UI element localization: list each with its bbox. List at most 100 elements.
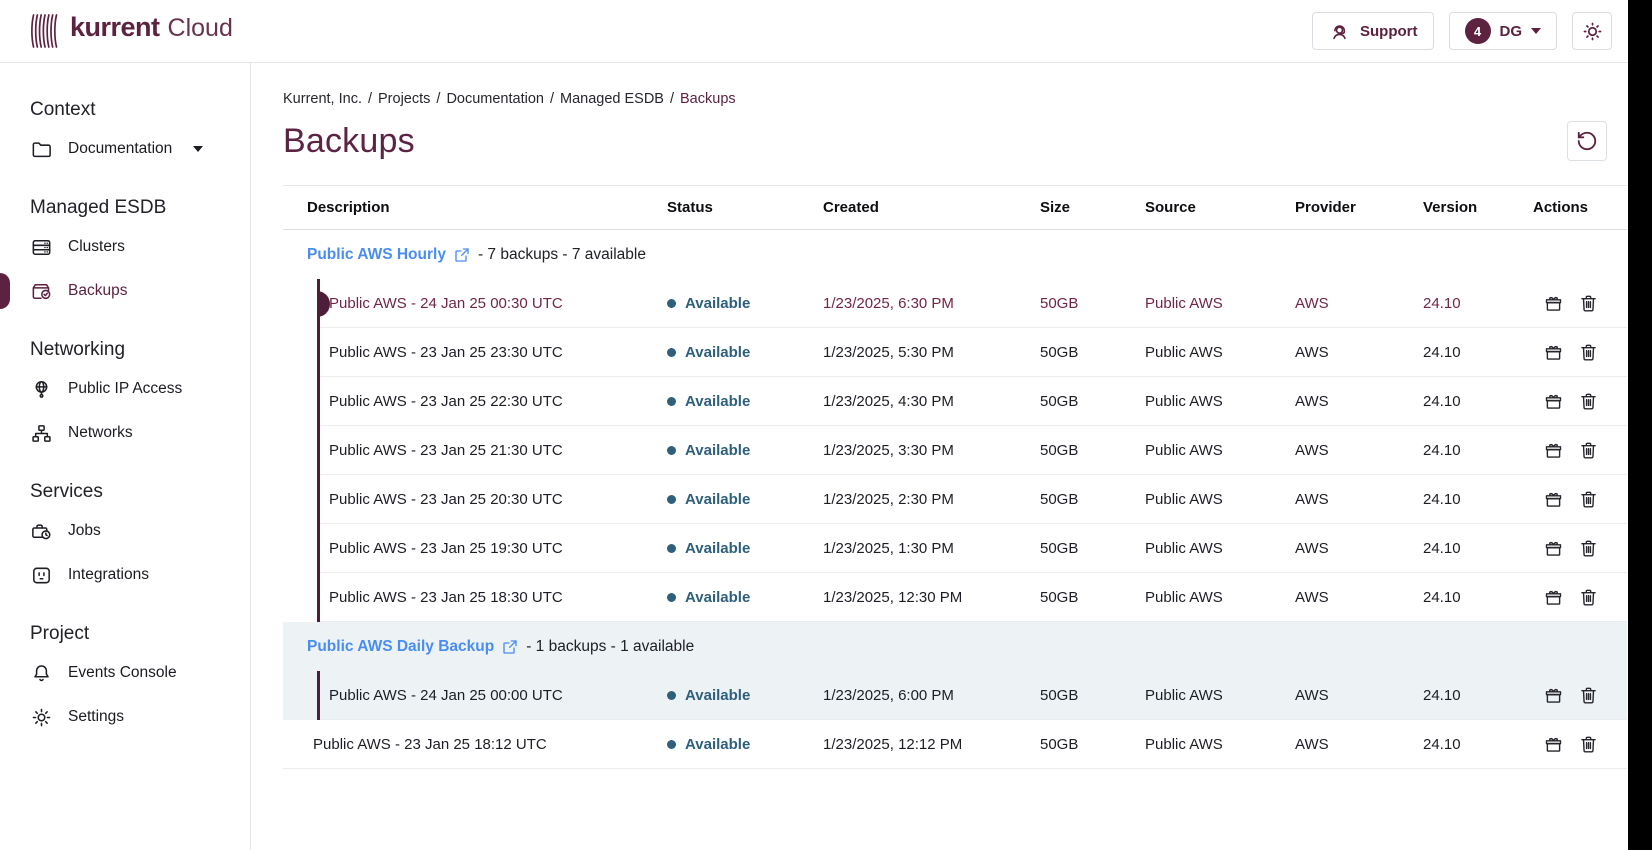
delete-backup-icon[interactable] [1578,538,1599,559]
backup-version: 24.10 [1423,393,1533,410]
backup-description: Public AWS - 24 Jan 25 00:00 UTC [329,687,563,704]
backup-size: 50GB [1040,687,1145,704]
restore-backup-icon[interactable] [1543,293,1564,314]
sidebar-item-label: Clusters [68,238,125,256]
main-content: Kurrent, Inc. / Projects / Documentation… [251,63,1652,850]
sidebar-item-events-console[interactable]: Events Console [0,651,250,695]
external-link-icon[interactable] [502,639,518,655]
delete-backup-icon[interactable] [1578,587,1599,608]
table-row[interactable]: Public AWS - 24 Jan 25 00:00 UTC Availab… [283,671,1627,720]
backup-created: 1/23/2025, 12:30 PM [823,589,1040,606]
restore-backup-icon[interactable] [1543,734,1564,755]
backup-description: Public AWS - 23 Jan 25 19:30 UTC [329,540,563,557]
sidebar-item-clusters[interactable]: Clusters [0,225,250,269]
sidebar-item-label: Public IP Access [68,380,182,398]
backup-created: 1/23/2025, 6:00 PM [823,687,1040,704]
breadcrumb-segment[interactable]: Projects [378,91,430,107]
table-row[interactable]: Public AWS Hourly - 7 backups - 7 availa… [283,230,1627,279]
breadcrumb: Kurrent, Inc. / Projects / Documentation… [283,91,1652,107]
backup-version: 24.10 [1423,295,1533,312]
theme-toggle-button[interactable] [1572,12,1612,50]
breadcrumb-separator: / [550,91,554,107]
clusters-icon [30,236,53,259]
restore-backup-icon[interactable] [1543,685,1564,706]
table-row[interactable]: Public AWS - 23 Jan 25 23:30 UTC Availab… [283,328,1627,377]
restore-backup-icon[interactable] [1543,587,1564,608]
restore-backup-icon[interactable] [1543,440,1564,461]
breadcrumb-segment[interactable]: Kurrent, Inc. [283,91,362,107]
backup-description: Public AWS - 23 Jan 25 18:12 UTC [313,736,547,753]
table-row[interactable]: Public AWS - 24 Jan 25 00:30 UTC Availab… [283,279,1627,328]
refresh-button[interactable] [1567,121,1607,161]
table-row[interactable]: Public AWS - 23 Jan 25 19:30 UTC Availab… [283,524,1627,573]
column-header-provider: Provider [1295,199,1423,216]
backup-version: 24.10 [1423,491,1533,508]
table-row[interactable]: Public AWS - 23 Jan 25 21:30 UTC Availab… [283,426,1627,475]
sidebar-item-label: Events Console [68,664,177,682]
sidebar-section: Networking Public IP Access Networks [0,339,250,455]
gear-icon [30,706,53,729]
sidebar-item-public-ip-access[interactable]: Public IP Access [0,367,250,411]
brand-suffix: Cloud [168,14,233,43]
backup-job-link[interactable]: Public AWS Hourly [307,246,446,264]
sidebar-section: Services Jobs Integrations [0,481,250,597]
column-header-status: Status [667,199,823,216]
backup-size: 50GB [1040,295,1145,312]
backup-source: Public AWS [1145,589,1295,606]
right-edge-bar [1628,0,1652,850]
column-header-source: Source [1145,199,1295,216]
support-button[interactable]: Support [1312,12,1434,50]
table-row[interactable]: Public AWS - 23 Jan 25 20:30 UTC Availab… [283,475,1627,524]
active-item-pill [0,273,10,309]
delete-backup-icon[interactable] [1578,440,1599,461]
sidebar-item-integrations[interactable]: Integrations [0,553,250,597]
delete-backup-icon[interactable] [1578,391,1599,412]
table-row[interactable]: Public AWS - 23 Jan 25 18:30 UTC Availab… [283,573,1627,622]
brand-logo[interactable]: kurrent Cloud [30,12,233,50]
breadcrumb-segment[interactable]: Documentation [446,91,544,107]
backup-provider: AWS [1295,295,1423,312]
sidebar-section-title: Services [30,481,250,503]
breadcrumb-current: Backups [680,91,736,107]
breadcrumb-separator: / [368,91,372,107]
page-head: Backups [283,121,1627,161]
backup-source: Public AWS [1145,295,1295,312]
table-row[interactable]: Public AWS Daily Backup - 1 backups - 1 … [283,622,1627,671]
sidebar-item-backups[interactable]: Backups [0,269,250,313]
backup-provider: AWS [1295,442,1423,459]
delete-backup-icon[interactable] [1578,685,1599,706]
delete-backup-icon[interactable] [1578,293,1599,314]
external-link-icon[interactable] [454,247,470,263]
sidebar: Context Documentation Managed ESDB [0,63,251,850]
status-label: Available [685,540,750,557]
delete-backup-icon[interactable] [1578,734,1599,755]
backup-provider: AWS [1295,687,1423,704]
table-row[interactable]: Public AWS - 23 Jan 25 18:12 UTC Availab… [283,720,1627,769]
sidebar-section: Context Documentation [0,99,250,171]
backup-size: 50GB [1040,589,1145,606]
backup-created: 1/23/2025, 3:30 PM [823,442,1040,459]
backup-created: 1/23/2025, 12:12 PM [823,736,1040,753]
breadcrumb-segment[interactable]: Managed ESDB [560,91,664,107]
backup-source: Public AWS [1145,393,1295,410]
backup-created: 1/23/2025, 1:30 PM [823,540,1040,557]
sidebar-section-title: Networking [30,339,250,361]
restore-backup-icon[interactable] [1543,391,1564,412]
restore-backup-icon[interactable] [1543,342,1564,363]
sidebar-item-settings[interactable]: Settings [0,695,250,739]
restore-backup-icon[interactable] [1543,538,1564,559]
status-label: Available [685,393,750,410]
backup-created: 1/23/2025, 6:30 PM [823,295,1040,312]
sidebar-item-documentation[interactable]: Documentation [0,127,250,171]
backup-job-link[interactable]: Public AWS Daily Backup [307,638,494,656]
account-button[interactable]: 4 DG [1449,12,1558,50]
delete-backup-icon[interactable] [1578,489,1599,510]
table-row[interactable]: Public AWS - 23 Jan 25 22:30 UTC Availab… [283,377,1627,426]
sidebar-item-jobs[interactable]: Jobs [0,509,250,553]
account-initials: DG [1500,23,1523,40]
status-dot [667,446,676,455]
status-dot [667,593,676,602]
restore-backup-icon[interactable] [1543,489,1564,510]
sidebar-item-networks[interactable]: Networks [0,411,250,455]
delete-backup-icon[interactable] [1578,342,1599,363]
